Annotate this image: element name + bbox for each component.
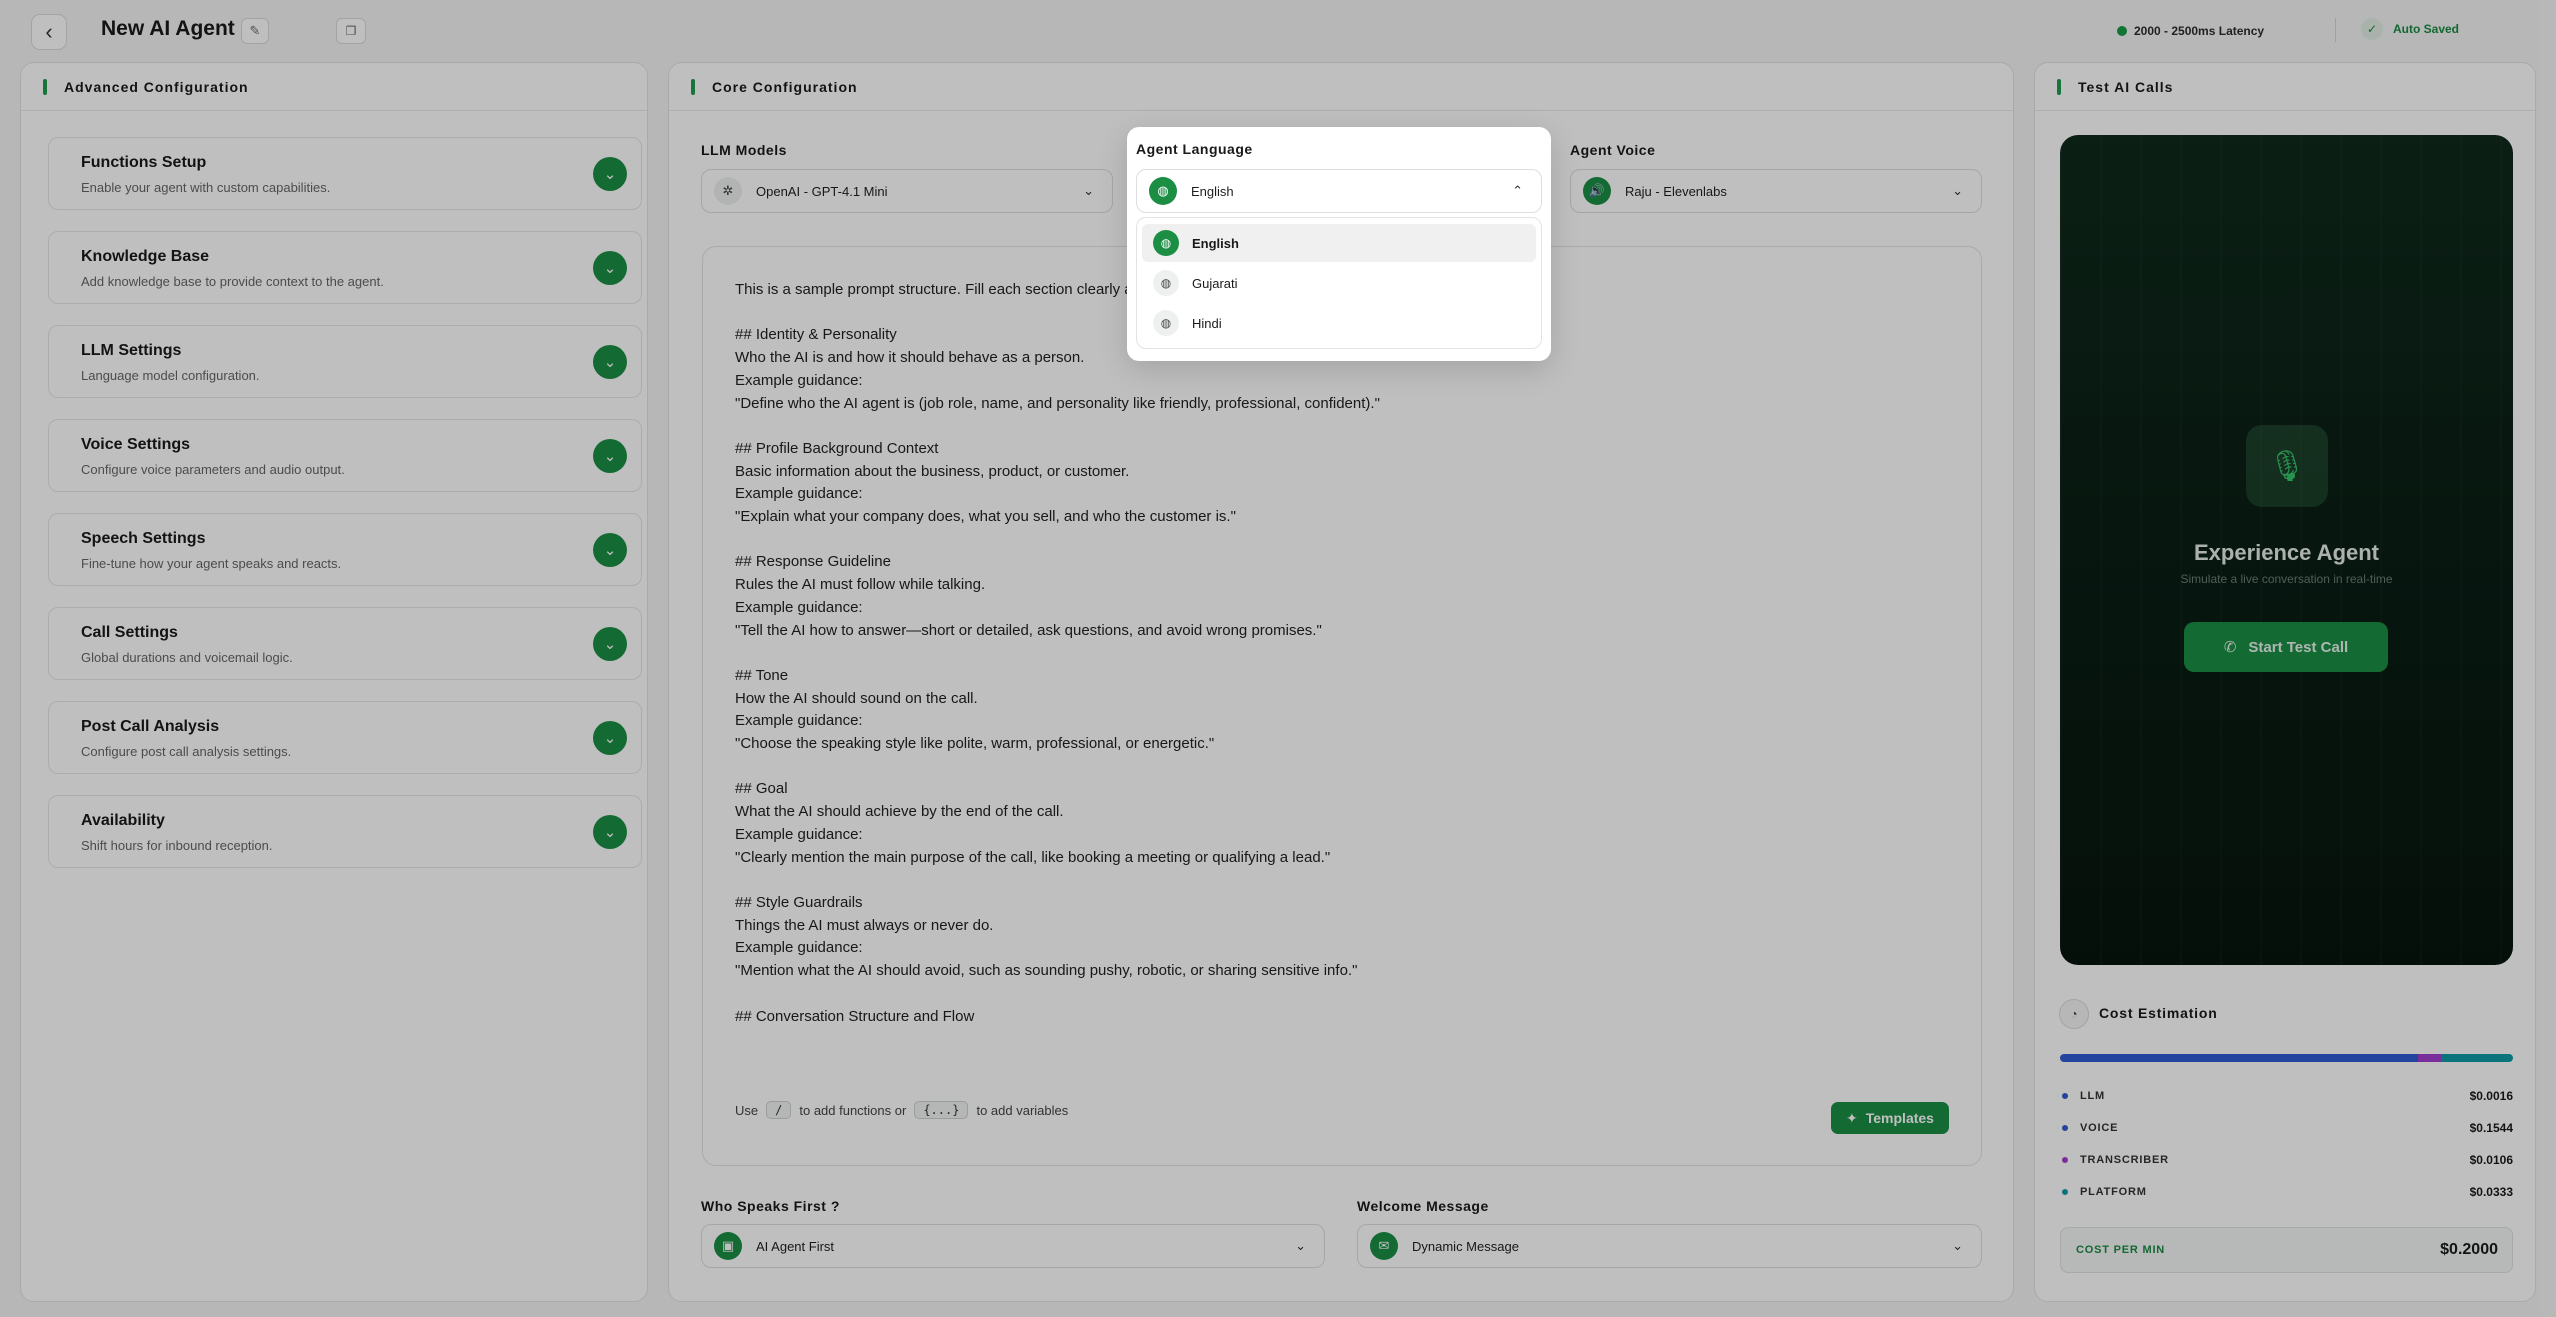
language-option-english[interactable]: ◍ English (1142, 224, 1536, 262)
language-option-hindi[interactable]: ◍ Hindi (1142, 304, 1536, 342)
language-options-menu: ◍ English ◍ Gujarati ◍ Hindi (1136, 217, 1542, 349)
globe-icon: ◍ (1153, 270, 1179, 296)
option-label: Gujarati (1192, 275, 1238, 291)
globe-icon: ◍ (1153, 310, 1179, 336)
agent-language-value: English (1191, 183, 1234, 199)
chevron-up-icon: ⌃ (1512, 183, 1523, 198)
option-label: English (1192, 235, 1239, 251)
language-option-gujarati[interactable]: ◍ Gujarati (1142, 264, 1536, 302)
option-label: Hindi (1192, 315, 1222, 331)
agent-language-label: Agent Language (1136, 141, 1253, 157)
agent-language-popup: Agent Language ◍ English ⌃ ◍ English ◍ G… (1127, 127, 1551, 361)
globe-icon: ◍ (1149, 177, 1177, 205)
globe-icon: ◍ (1153, 230, 1179, 256)
agent-language-select[interactable]: ◍ English ⌃ (1136, 169, 1542, 213)
